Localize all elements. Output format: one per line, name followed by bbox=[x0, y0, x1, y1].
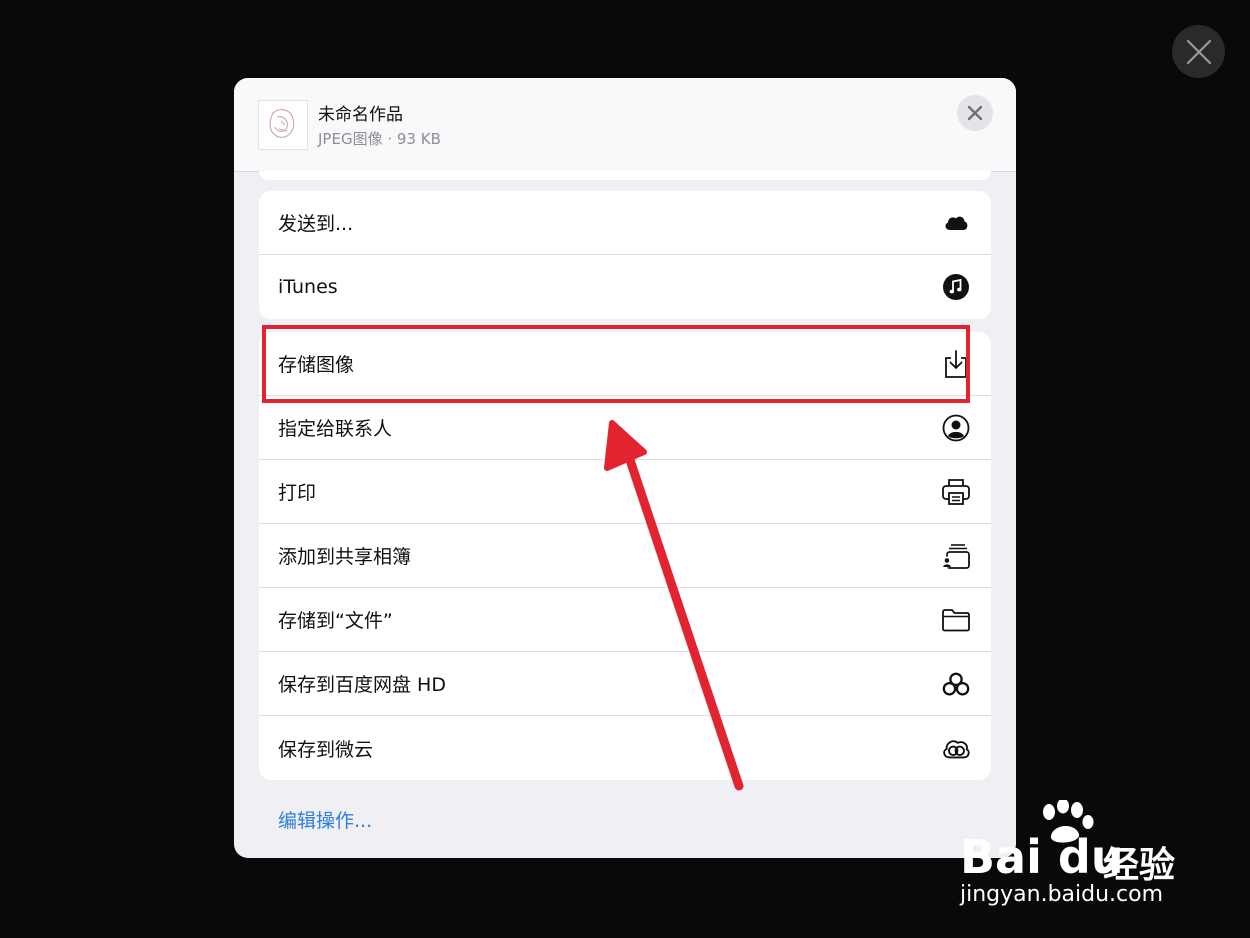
watermark-logo: Bai du bbox=[960, 830, 1124, 884]
watermark-label: 经验 bbox=[1103, 845, 1176, 886]
baidu-jingyan-watermark: Bai du 经验 jingyan.baidu.com bbox=[955, 800, 1195, 915]
watermark-url: jingyan.baidu.com bbox=[960, 882, 1164, 907]
annotation-arrow bbox=[604, 420, 744, 791]
